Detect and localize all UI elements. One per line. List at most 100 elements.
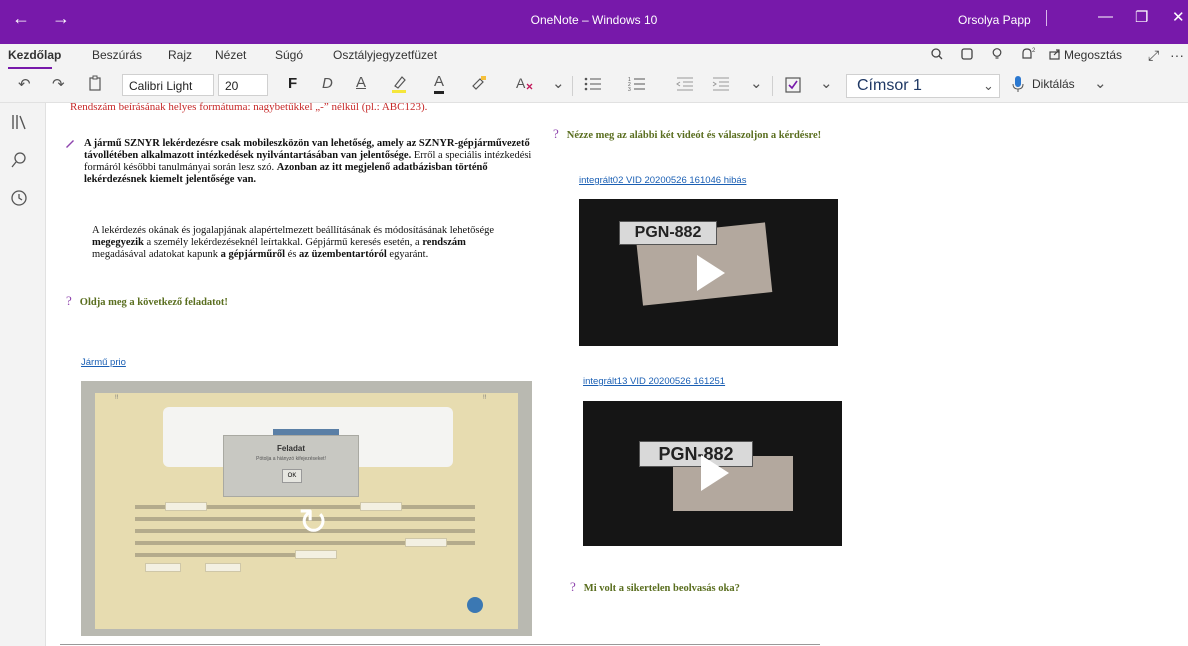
exercise-corner-left: !! xyxy=(115,395,119,401)
minimize-button[interactable]: — xyxy=(1098,8,1113,25)
title-separator xyxy=(1046,10,1047,26)
microphone-icon[interactable] xyxy=(1012,75,1024,97)
para2-bold-4: az üzembentartóról xyxy=(299,249,387,260)
lightbulb-icon[interactable] xyxy=(990,47,1004,64)
bell-icon[interactable]: 2 xyxy=(1020,47,1036,64)
close-button[interactable]: ✕ xyxy=(1172,8,1185,26)
font-name-field[interactable]: Calibri Light xyxy=(122,74,214,96)
style-chevron: ⌄ xyxy=(983,78,994,93)
bullet-list-icon[interactable] xyxy=(584,76,602,96)
more-formatting-chevron[interactable]: ⌄ xyxy=(552,74,565,92)
ribbon-tabs: Kezdőlap Beszúrás Rajz Nézet Súgó Osztál… xyxy=(0,44,1188,70)
exercise-paper: !! !! Feladat Pótolja a hiányzó kifejezé… xyxy=(95,393,518,629)
redo-icon[interactable]: ↷ xyxy=(52,75,65,93)
dialog-title: Feladat xyxy=(276,444,305,453)
dialog-ok-button[interactable]: OK xyxy=(282,469,302,483)
search-icon[interactable] xyxy=(10,151,28,174)
more-options-icon[interactable]: ··· xyxy=(1170,47,1184,63)
para2-bold-3: a gépjárműről xyxy=(220,249,286,260)
question-videos[interactable]: ? Nézze meg az alábbi két videót és válas… xyxy=(553,126,821,142)
question-mark-icon: ? xyxy=(553,126,559,141)
underline-button[interactable]: A xyxy=(356,74,366,91)
bold-button[interactable]: F xyxy=(288,75,297,92)
tag-options-chevron[interactable]: ⌄ xyxy=(820,74,833,92)
dictate-button[interactable]: Diktálás xyxy=(1032,77,1075,91)
toolbar: ↶ ↷ Calibri Light 20 F D A A A ⌄ 123 ⌄ ⌄… xyxy=(0,70,1188,103)
question-task[interactable]: ? Oldja meg a következő feladatot! xyxy=(66,293,228,309)
dialog-subtitle: Pótolja a hiányzó kifejezéseket! xyxy=(256,456,326,462)
font-color-button[interactable]: A xyxy=(434,73,445,94)
italic-button[interactable]: D xyxy=(322,75,333,92)
para2-text-5: egyaránt. xyxy=(386,249,429,260)
question-failed-scan[interactable]: ? Mi volt a sikertelen beolvasás oka? xyxy=(570,579,740,595)
exercise-blank[interactable] xyxy=(360,502,402,511)
video1-link[interactable]: integrált02 VID 20200526 161046 hibás xyxy=(579,175,746,186)
share-icon[interactable] xyxy=(1048,47,1062,64)
tab-rajz[interactable]: Rajz xyxy=(168,48,192,62)
undo-icon[interactable]: ↶ xyxy=(18,75,31,93)
paragraph-sznyr[interactable]: A jármű SZNYR lekérdezésre csak mobilesz… xyxy=(84,138,544,186)
video2-plate: PGN-882 xyxy=(639,441,753,467)
expand-icon[interactable]: ⤢ xyxy=(1148,47,1159,64)
exercise-blank[interactable] xyxy=(405,538,447,547)
decrease-indent-icon[interactable] xyxy=(676,76,694,96)
paragraph-lekerdezes[interactable]: A lekérdezés okának és jogalapjának alap… xyxy=(92,225,522,261)
horizontal-scrollbar[interactable] xyxy=(60,644,820,645)
link-jarmu-prio[interactable]: Jármű prio xyxy=(81,357,126,368)
notebook-icon[interactable] xyxy=(960,47,974,64)
svg-text:A: A xyxy=(516,75,526,91)
recent-icon[interactable] xyxy=(10,189,28,212)
font-size-field[interactable]: 20 xyxy=(218,74,268,96)
exercise-blank[interactable] xyxy=(295,550,337,559)
dictate-chevron[interactable]: ⌄ xyxy=(1094,74,1107,92)
restore-button[interactable]: ❐ xyxy=(1135,8,1148,26)
todo-tag-icon[interactable] xyxy=(784,76,802,98)
para2-text-4: és xyxy=(285,249,300,260)
video2-link[interactable]: integrált13 VID 20200526 161251 xyxy=(583,376,725,387)
exercise-blank[interactable] xyxy=(165,502,207,511)
exercise-text-line xyxy=(135,553,295,557)
format-painter-icon[interactable] xyxy=(470,74,488,96)
question-mark-icon: ? xyxy=(570,579,576,594)
tab-osztalyjegyzetfuzet[interactable]: Osztályjegyzetfüzet xyxy=(333,48,437,62)
question-mark-icon: ? xyxy=(66,293,72,308)
pencil-icon xyxy=(64,137,76,152)
video-player-2[interactable]: PGN-882 xyxy=(583,401,842,546)
play-icon[interactable] xyxy=(701,455,729,491)
highlight-icon[interactable] xyxy=(390,74,408,98)
tab-nezet[interactable]: Nézet xyxy=(215,48,246,62)
share-button[interactable]: Megosztás xyxy=(1064,48,1122,62)
exercise-blank[interactable] xyxy=(205,563,241,572)
tab-kezdolap[interactable]: Kezdőlap xyxy=(8,48,61,62)
notebooks-icon[interactable] xyxy=(10,113,28,136)
embedded-exercise[interactable]: !! !! Feladat Pótolja a hiányzó kifejezé… xyxy=(81,381,532,636)
cut-off-note: Rendszám beírásának helyes formátuma: na… xyxy=(70,101,428,113)
tab-beszuras[interactable]: Beszúrás xyxy=(92,48,142,62)
clipboard-icon[interactable] xyxy=(88,75,102,95)
svg-text:3: 3 xyxy=(628,87,631,92)
clear-formatting-icon[interactable]: A xyxy=(515,74,535,96)
para2-text-2: a személy lekérdezéseknél leírtakkal. Gé… xyxy=(143,237,423,248)
toolbar-separator xyxy=(572,76,573,96)
question-failed-scan-text: Mi volt a sikertelen beolvasás oka? xyxy=(583,583,740,594)
exercise-blank[interactable] xyxy=(145,563,181,572)
navigation-sidebar xyxy=(0,103,46,646)
play-icon[interactable] xyxy=(697,255,725,291)
style-dropdown[interactable]: Címsor 1 ⌄ xyxy=(846,74,1000,98)
user-name[interactable]: Orsolya Papp xyxy=(958,13,1031,27)
svg-text:2: 2 xyxy=(1032,48,1036,54)
increase-indent-icon[interactable] xyxy=(712,76,730,96)
question-videos-text: Nézze meg az alábbi két videót és válasz… xyxy=(566,130,822,141)
video-player-1[interactable]: PGN-882 xyxy=(579,199,838,346)
active-tab-indicator xyxy=(8,67,52,69)
paragraph-options-chevron[interactable]: ⌄ xyxy=(750,74,763,92)
tab-sugo[interactable]: Súgó xyxy=(275,48,303,62)
numbered-list-icon[interactable]: 123 xyxy=(628,76,646,96)
reload-icon[interactable]: ↻ xyxy=(298,501,328,543)
video1-plate: PGN-882 xyxy=(619,221,717,245)
tell-me-icon[interactable] xyxy=(930,47,944,64)
exercise-corner-right: !! xyxy=(483,395,487,401)
exercise-action-button[interactable] xyxy=(467,597,483,613)
task-dialog: Feladat Pótolja a hiányzó kifejezéseket!… xyxy=(223,435,359,497)
para2-bold-2: rendszám xyxy=(422,237,466,248)
